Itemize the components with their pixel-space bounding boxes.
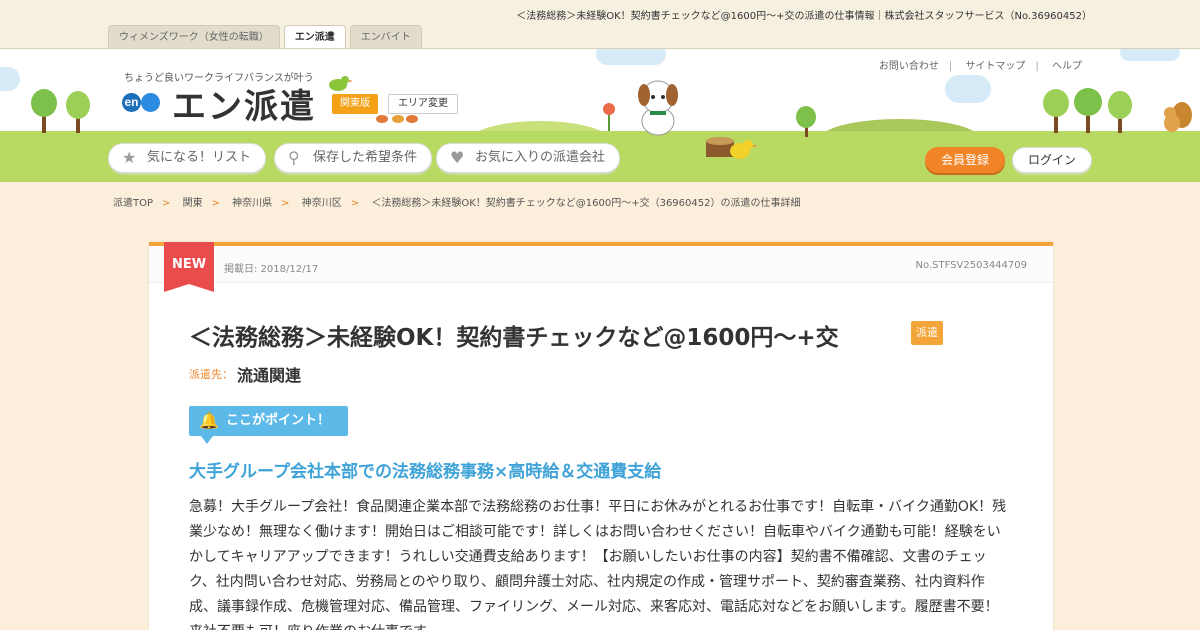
bell-icon: 🔔 bbox=[199, 411, 219, 430]
top-bar: ＜法務総務＞未経験OK！契約書チェックなど@1600円～+交の派遣の仕事情報｜株… bbox=[0, 0, 1200, 49]
destination-name: 流通関連 bbox=[237, 366, 302, 385]
region-badge: 関東版 bbox=[332, 94, 378, 114]
page-title-bar: ＜法務総務＞未経験OK！契約書チェックなど@1600円～+交の派遣の仕事情報｜株… bbox=[516, 11, 1092, 22]
breadcrumb-current: ＜法務総務＞未経験OK！契約書チェックなど@1600円～+交（36960452）… bbox=[371, 198, 801, 209]
posted-date: 掲載日: 2018/12/17 bbox=[224, 264, 319, 275]
divider: | bbox=[1035, 61, 1039, 72]
nav-favorite-agencies[interactable]: ♥ お気に入りの派遣会社 bbox=[436, 143, 621, 173]
logo-bird-icon bbox=[329, 76, 353, 91]
site-tabs: ウィメンズワーク（女性の転職） エン派遣 エンバイト bbox=[108, 25, 422, 49]
search-icon: ⚲ bbox=[288, 148, 300, 167]
en-logo-icon-2 bbox=[141, 93, 160, 112]
cloud-decoration bbox=[0, 67, 20, 91]
heart-icon: ♥ bbox=[450, 148, 465, 167]
area-change-button[interactable]: エリア変更 bbox=[388, 94, 458, 114]
nav-saved-conditions[interactable]: ⚲ 保存した希望条件 bbox=[274, 143, 433, 173]
breadcrumb-separator: > bbox=[281, 198, 290, 209]
member-register-button[interactable]: 会員登録 bbox=[925, 147, 1005, 173]
tab-en-baito[interactable]: エンバイト bbox=[349, 25, 422, 48]
flower-decoration bbox=[603, 103, 615, 131]
nav-label: 気になる！リスト bbox=[147, 150, 252, 165]
breadcrumb: 派遣TOP > 関東 > 神奈川県 > 神奈川区 > ＜法務総務＞未経験OK！契約書チェ… bbox=[113, 194, 800, 209]
point-heading: 🔔 ここがポイント！ bbox=[189, 406, 349, 444]
job-number: No.STFSV2503444709 bbox=[915, 260, 1027, 271]
new-badge: NEW bbox=[164, 242, 214, 292]
login-button[interactable]: ログイン bbox=[1012, 147, 1092, 173]
job-type-badge: 派遣 bbox=[911, 321, 943, 345]
sitemap-link[interactable]: サイトマップ bbox=[965, 61, 1025, 72]
cloud-decoration bbox=[1120, 49, 1180, 61]
en-logo-icon[interactable]: en bbox=[122, 93, 141, 112]
divider: | bbox=[948, 61, 953, 72]
site-logo[interactable]: エン派遣 bbox=[172, 79, 316, 128]
mushrooms-decoration bbox=[376, 115, 418, 123]
cloud-decoration bbox=[945, 75, 991, 103]
site-header: ちょうど良いワークライフバランスが叶う en エン派遣 関東版 エリア変更 お問… bbox=[0, 48, 1200, 182]
job-title: ＜法務総務＞未経験OK！契約書チェックなど@1600円～+交 bbox=[189, 325, 839, 351]
utility-links: お問い合わせ | サイトマップ | ヘルプ bbox=[869, 57, 1092, 72]
nav-favorites-list[interactable]: ★ 気になる！リスト bbox=[108, 143, 267, 173]
breadcrumb-item[interactable]: 神奈川区 bbox=[302, 198, 342, 209]
contact-link[interactable]: お問い合わせ bbox=[879, 61, 939, 72]
job-description: 急募！大手グループ会社！食品関連企業本部で法務総務のお仕事！平日にお休みがとれる… bbox=[189, 499, 1007, 630]
tab-womens-work[interactable]: ウィメンズワーク（女性の転職） bbox=[108, 25, 280, 48]
point-label: ここがポイント！ bbox=[226, 413, 331, 428]
squirrel-illustration bbox=[1164, 102, 1192, 132]
destination-label: 派遣先： bbox=[189, 368, 233, 381]
tab-en-haken[interactable]: エン派遣 bbox=[283, 25, 346, 49]
dog-illustration bbox=[638, 80, 678, 136]
breadcrumb-item[interactable]: 神奈川県 bbox=[232, 198, 272, 209]
breadcrumb-separator: > bbox=[211, 198, 220, 209]
catch-copy: 大手グループ会社本部での法務総務事務×高時給＆交通費支給 bbox=[189, 462, 662, 482]
breadcrumb-item[interactable]: 関東 bbox=[183, 198, 203, 209]
small-tree-decoration bbox=[796, 106, 816, 137]
nav-label: お気に入りの派遣会社 bbox=[475, 150, 606, 165]
star-icon: ★ bbox=[122, 148, 137, 167]
bird-illustration bbox=[730, 140, 758, 159]
breadcrumb-item[interactable]: 派遣TOP bbox=[113, 198, 153, 209]
breadcrumb-separator: > bbox=[162, 198, 171, 209]
breadcrumb-separator: > bbox=[350, 198, 360, 209]
trees-left-illustration bbox=[31, 89, 90, 133]
job-detail-card: NEW 掲載日: 2018/12/17 No.STFSV2503444709 ＜… bbox=[149, 242, 1053, 630]
trees-right-illustration bbox=[1043, 88, 1132, 133]
nav-label: 保存した希望条件 bbox=[313, 150, 418, 165]
cloud-decoration bbox=[596, 49, 666, 65]
help-link[interactable]: ヘルプ bbox=[1052, 61, 1082, 72]
